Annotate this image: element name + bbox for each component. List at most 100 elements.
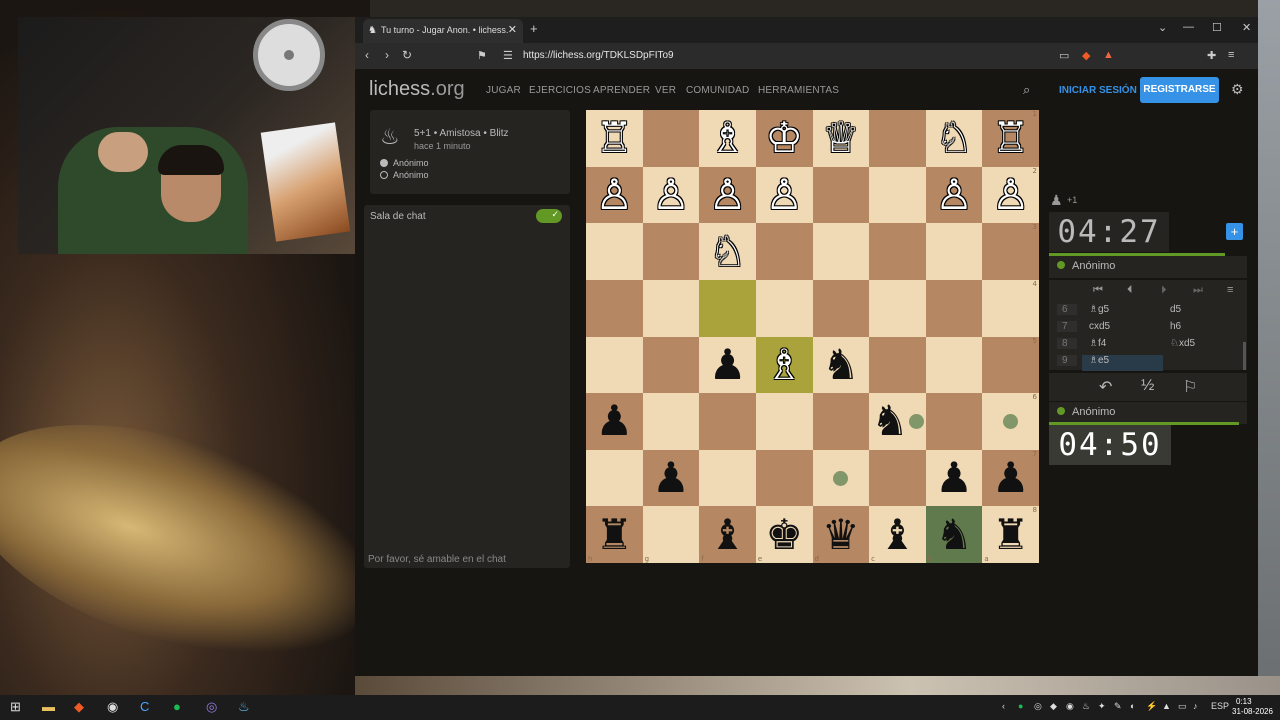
board-square[interactable]: ♞: [812, 336, 870, 394]
chess-piece[interactable]: ♘: [709, 230, 747, 273]
chess-piece[interactable]: ♞: [871, 400, 909, 442]
board-square[interactable]: ♗: [699, 110, 756, 167]
tray-app-icon[interactable]: ⚡: [1146, 701, 1157, 712]
chess-piece[interactable]: ♞: [935, 513, 973, 556]
taskbar-date[interactable]: 31-08-2026: [1232, 707, 1273, 716]
board-square[interactable]: [925, 223, 983, 280]
language-indicator[interactable]: ESP: [1211, 701, 1229, 711]
chess-piece[interactable]: ♟: [595, 400, 633, 442]
chess-piece[interactable]: ♛: [822, 513, 860, 556]
chess-piece[interactable]: ♖: [992, 117, 1030, 159]
board-square[interactable]: [869, 449, 926, 507]
board-square[interactable]: [642, 393, 700, 450]
board-square[interactable]: ♖ 1: [982, 110, 1039, 167]
tray-app-icon[interactable]: ✦: [1098, 701, 1106, 712]
chess-piece[interactable]: ♜: [992, 513, 1030, 556]
player-self[interactable]: Anónimo: [1049, 402, 1247, 424]
tray-app-icon[interactable]: ◉: [1066, 701, 1074, 712]
nav-jugar[interactable]: JUGAR: [486, 85, 521, 96]
move-hint-dot[interactable]: [1003, 413, 1019, 429]
white-move[interactable]: ♗e5: [1089, 355, 1109, 366]
white-move[interactable]: cxd5: [1089, 321, 1110, 332]
board-square[interactable]: [642, 279, 700, 337]
board-square[interactable]: ♞ b: [925, 506, 983, 563]
opponent-player[interactable]: Anónimo: [1049, 256, 1247, 278]
board-square[interactable]: ♝ f: [699, 506, 756, 563]
board-square[interactable]: [869, 166, 926, 224]
tray-app-icon[interactable]: ◆: [1050, 701, 1057, 712]
board-square[interactable]: ♙: [586, 166, 643, 224]
board-square[interactable]: [586, 279, 643, 337]
board-square[interactable]: [755, 223, 813, 280]
nav-ejercicios[interactable]: EJERCICIOS: [529, 85, 591, 96]
board-square[interactable]: [869, 279, 926, 337]
board-square[interactable]: [925, 336, 983, 394]
black-move[interactable]: ♘xd5: [1170, 338, 1195, 349]
chat-toggle[interactable]: [536, 209, 562, 223]
board-square[interactable]: ♔: [755, 110, 813, 167]
tray-chevron-icon[interactable]: ‹: [1002, 701, 1005, 711]
board-square[interactable]: [586, 449, 643, 507]
board-square[interactable]: [812, 393, 870, 450]
board-square[interactable]: ♞: [869, 393, 926, 450]
board-square[interactable]: [755, 449, 813, 507]
register-button[interactable]: REGISTRARSE: [1140, 77, 1219, 103]
board-square[interactable]: [755, 393, 813, 450]
network-icon[interactable]: ▭: [1178, 701, 1187, 712]
black-move[interactable]: h6: [1170, 321, 1181, 332]
chess-piece[interactable]: ♗: [765, 343, 803, 386]
board-square[interactable]: [642, 110, 700, 167]
board-square[interactable]: ♝ c: [869, 506, 926, 563]
board-square[interactable]: ♟: [586, 393, 643, 450]
board-square[interactable]: ♜ h: [586, 506, 643, 563]
tray-app-icon[interactable]: ◎: [1034, 701, 1042, 712]
chess-piece[interactable]: ♜: [595, 513, 633, 556]
new-tab-icon[interactable]: +: [530, 21, 538, 36]
board-square[interactable]: 6: [982, 393, 1039, 450]
chat-input[interactable]: Por favor, sé amable en el chat: [368, 554, 506, 565]
steam-icon[interactable]: ♨: [238, 699, 250, 715]
board-square[interactable]: ♚ e: [755, 506, 813, 563]
takeback-icon[interactable]: ↶: [1099, 377, 1112, 397]
chevron-down-icon[interactable]: ⌄: [1158, 21, 1167, 34]
chess-piece[interactable]: ♞: [822, 343, 860, 386]
reload-icon[interactable]: ↻: [402, 48, 412, 62]
tray-app-icon[interactable]: ◐: [1130, 701, 1135, 711]
chess-piece[interactable]: ♔: [765, 117, 803, 159]
tray-app-icon[interactable]: ▲: [1162, 701, 1171, 711]
prev-move-icon[interactable]: ⏴: [1127, 284, 1133, 297]
board-square[interactable]: [869, 110, 926, 167]
search-icon[interactable]: ⌕: [1023, 82, 1030, 98]
board-square[interactable]: ♛ d: [812, 506, 870, 563]
chess-piece[interactable]: ♟: [935, 457, 973, 499]
maximize-icon[interactable]: ☐: [1212, 21, 1222, 34]
resign-flag-icon[interactable]: ⚐: [1183, 377, 1197, 397]
board-square[interactable]: [755, 279, 813, 337]
board-square[interactable]: ♘: [925, 110, 983, 167]
move-hint-dot[interactable]: [833, 470, 849, 486]
board-square[interactable]: [925, 393, 983, 450]
obs-icon[interactable]: ◉: [107, 699, 118, 715]
board-square[interactable]: [925, 279, 983, 337]
chess-piece[interactable]: ♗: [709, 117, 747, 159]
board-square[interactable]: [812, 449, 870, 507]
board-square[interactable]: [699, 393, 756, 450]
volume-icon[interactable]: ♪: [1193, 701, 1198, 711]
chess-board[interactable]: ♖ ♗ ♔ ♕ ♘ ♖ 1 ♙ ♙ ♙ ♙ ♙ ♙ 2 ♘ 3 4 ♟ ♗ ♞ 5 ♟ ♞ 6 ♟ ♟ ♟ 7 ♜ h g ♝ f ♚ e ♛ d ♝ c ♞…: [586, 110, 1039, 563]
draw-offer-icon[interactable]: ½: [1141, 377, 1154, 395]
close-tab-icon[interactable]: ✕: [508, 23, 517, 36]
white-move[interactable]: ♗f4: [1089, 338, 1106, 349]
board-square[interactable]: ♙: [755, 166, 813, 224]
windows-start-icon[interactable]: ⊞: [10, 699, 21, 715]
menu-list-icon[interactable]: ≡: [1227, 284, 1233, 296]
board-square[interactable]: [812, 279, 870, 337]
board-square[interactable]: ♟: [642, 449, 700, 507]
chess-piece[interactable]: ♙: [652, 173, 690, 216]
chess-piece[interactable]: ♟: [709, 343, 747, 386]
chess-piece[interactable]: ♙: [709, 173, 747, 216]
close-window-icon[interactable]: ✕: [1242, 21, 1251, 34]
extensions-icon[interactable]: ✚: [1207, 49, 1216, 62]
moves-scrollbar[interactable]: [1243, 342, 1246, 370]
back-icon[interactable]: ‹: [365, 48, 369, 62]
site-info-icon[interactable]: ☰: [503, 49, 513, 62]
